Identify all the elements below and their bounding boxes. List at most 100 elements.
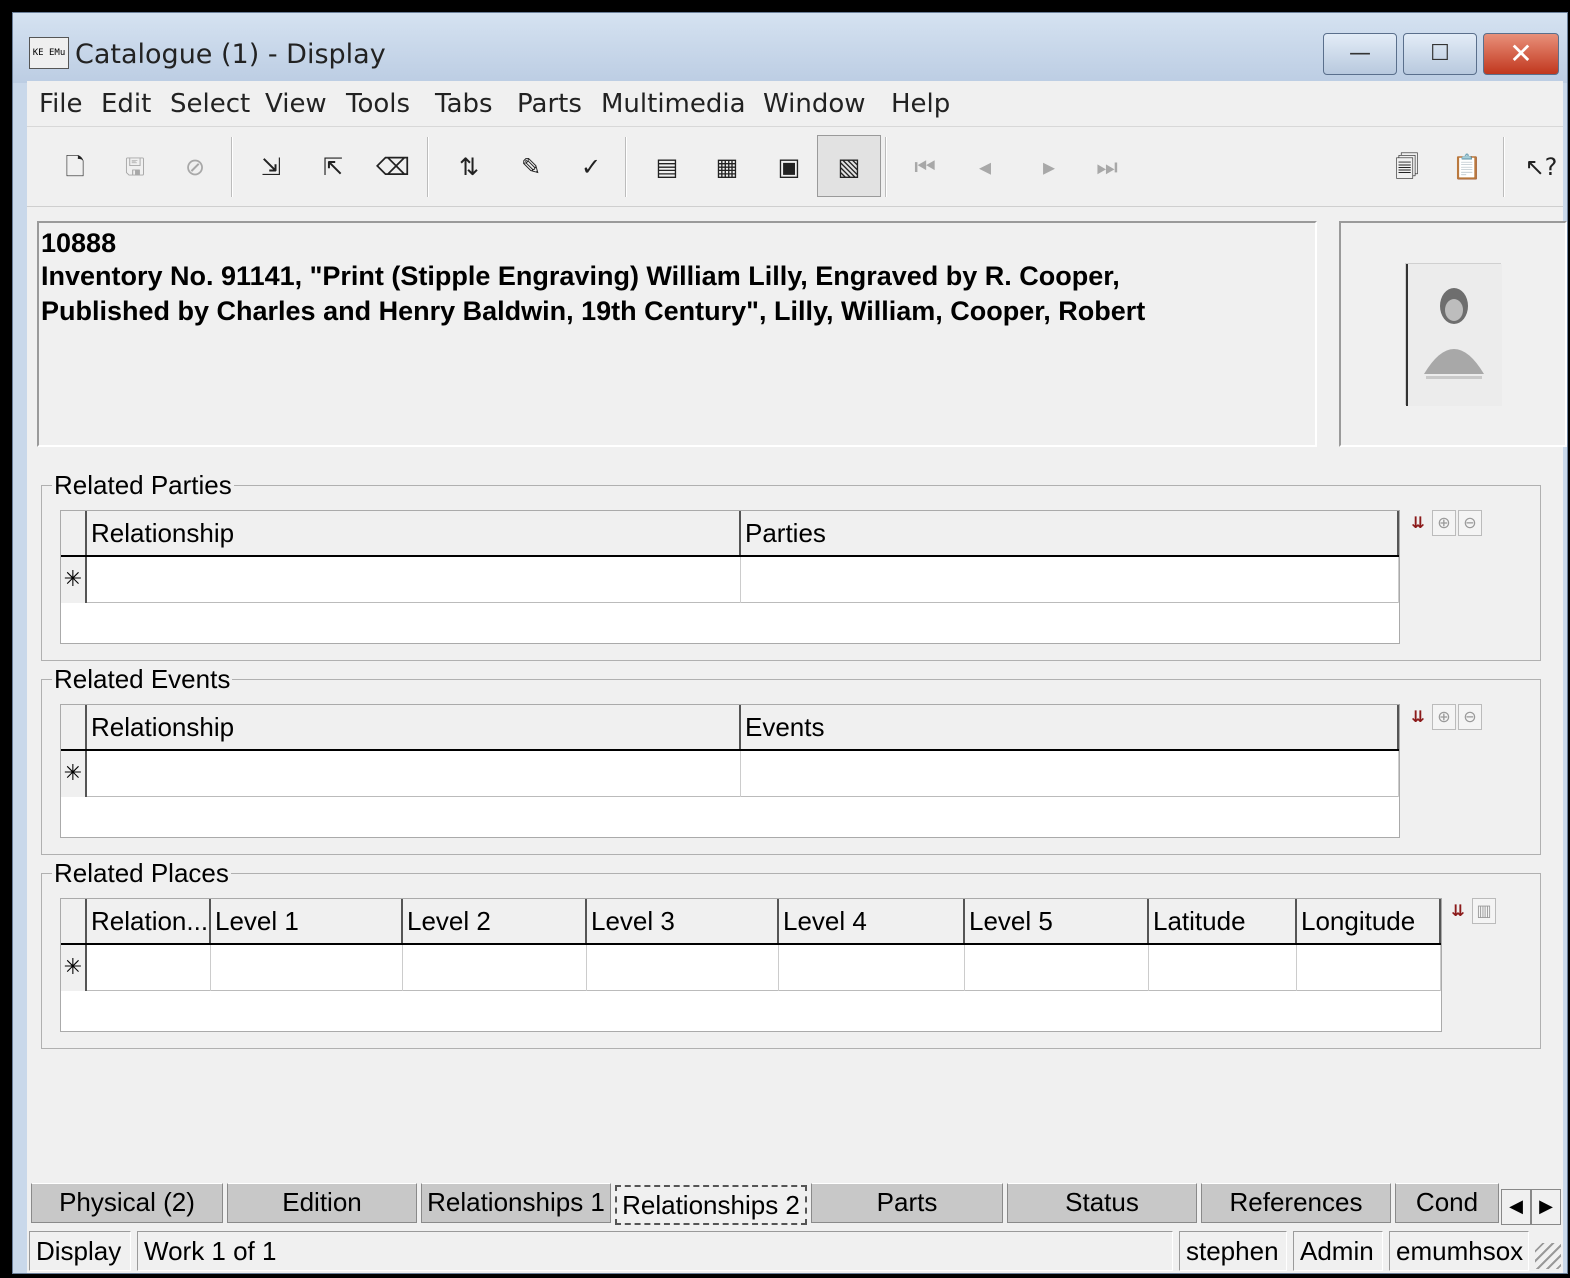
status-record-position: Work 1 of 1 xyxy=(137,1231,1173,1271)
page-view-icon[interactable]: ▣ xyxy=(771,149,807,185)
portrait-thumbnail[interactable] xyxy=(1405,263,1502,406)
related-places-grid[interactable]: Relation... Level 1 Level 2 Level 3 Leve… xyxy=(60,898,1442,1032)
next-record-icon[interactable]: ▸ xyxy=(1031,149,1067,185)
window-title: Catalogue (1) - Display xyxy=(75,39,386,70)
export-icon[interactable]: ⇱ xyxy=(315,149,351,185)
relation-cell[interactable] xyxy=(87,945,211,991)
menu-parts[interactable]: Parts xyxy=(517,89,582,119)
tab-scroll-left-icon[interactable]: ◀ xyxy=(1501,1189,1531,1225)
details-view-icon[interactable]: ▤ xyxy=(649,149,685,185)
insert-row-icon[interactable]: ⊕ xyxy=(1432,704,1456,730)
help-cursor-icon[interactable]: ↖? xyxy=(1523,149,1559,185)
copy-record-icon[interactable]: 🗐 xyxy=(1389,149,1425,185)
delete-icon[interactable]: ⌫ xyxy=(375,149,411,185)
column-header-relationship[interactable]: Relationship xyxy=(87,705,741,749)
column-header-level-5[interactable]: Level 5 xyxy=(965,899,1149,943)
new-record-icon[interactable]: 🗋 xyxy=(57,149,93,185)
record-irn: 10888 xyxy=(41,228,117,258)
toolbar-separator xyxy=(427,137,429,197)
tab-physical[interactable]: Physical (2) xyxy=(31,1183,223,1223)
column-header-latitude[interactable]: Latitude xyxy=(1149,899,1297,943)
new-row[interactable]: ✳ xyxy=(61,751,1399,797)
sort-icon[interactable]: ⇅ xyxy=(451,149,487,185)
level-5-cell[interactable] xyxy=(965,945,1149,991)
relationship-cell[interactable] xyxy=(87,557,741,603)
column-header-level-2[interactable]: Level 2 xyxy=(403,899,587,943)
latitude-cell[interactable] xyxy=(1149,945,1297,991)
list-view-icon[interactable]: ▦ xyxy=(709,149,745,185)
column-header-level-1[interactable]: Level 1 xyxy=(211,899,403,943)
previous-record-icon[interactable]: ◂ xyxy=(967,149,1003,185)
column-header-level-4[interactable]: Level 4 xyxy=(779,899,965,943)
menu-window[interactable]: Window xyxy=(763,89,866,119)
first-record-icon[interactable]: ⏮ xyxy=(907,149,943,185)
relationship-cell[interactable] xyxy=(87,751,741,797)
level-2-cell[interactable] xyxy=(403,945,587,991)
map-icon[interactable]: ▥ xyxy=(1472,898,1496,924)
minimize-button[interactable]: — xyxy=(1323,33,1397,75)
save-icon[interactable]: 🖫 xyxy=(117,149,153,185)
menu-help[interactable]: Help xyxy=(891,89,950,119)
spellcheck-icon[interactable]: ✓ xyxy=(573,149,609,185)
record-summary: 10888 Inventory No. 91141, "Print (Stipp… xyxy=(37,221,1317,447)
remove-row-icon[interactable]: ⊖ xyxy=(1458,704,1482,730)
menu-bar: File Edit Select View Tools Tabs Parts M… xyxy=(27,81,1563,127)
attach-icon[interactable]: ⇊ xyxy=(1446,898,1470,924)
level-1-cell[interactable] xyxy=(211,945,403,991)
row-selector-header[interactable] xyxy=(61,899,87,943)
level-3-cell[interactable] xyxy=(587,945,779,991)
tab-relationships-1[interactable]: Relationships 1 xyxy=(421,1183,611,1223)
tab-conditions[interactable]: Cond xyxy=(1395,1183,1499,1223)
title-bar[interactable]: KE EMu Catalogue (1) - Display — ☐ ✕ xyxy=(13,13,1567,83)
paste-record-icon[interactable]: 📋 xyxy=(1449,149,1485,185)
column-header-relation[interactable]: Relation... xyxy=(87,899,211,943)
tab-edition[interactable]: Edition xyxy=(227,1183,417,1223)
menu-edit[interactable]: Edit xyxy=(101,89,151,119)
remove-row-icon[interactable]: ⊖ xyxy=(1458,510,1482,536)
toolbar: 🗋 🖫 ⊘ ⇲ ⇱ ⌫ ⇅ ✎ ✓ ▤ ▦ ▣ ▧ ⏮ ◂ ▸ ⏭ 🗐 📋 ↖? xyxy=(27,127,1563,207)
related-events-grid[interactable]: Relationship Events ✳ xyxy=(60,704,1400,838)
last-record-icon[interactable]: ⏭ xyxy=(1089,149,1125,185)
edit-icon[interactable]: ✎ xyxy=(513,149,549,185)
new-row[interactable]: ✳ xyxy=(61,557,1399,603)
new-row-marker: ✳ xyxy=(61,751,87,797)
row-selector-header[interactable] xyxy=(61,511,87,555)
related-parties-grid[interactable]: Relationship Parties ✳ xyxy=(60,510,1400,644)
display-view-icon[interactable]: ▧ xyxy=(817,135,881,197)
column-header-level-3[interactable]: Level 3 xyxy=(587,899,779,943)
tab-relationships-2[interactable]: Relationships 2 xyxy=(615,1185,807,1225)
close-button[interactable]: ✕ xyxy=(1483,33,1559,75)
tab-parts[interactable]: Parts xyxy=(811,1183,1003,1223)
menu-view[interactable]: View xyxy=(265,89,327,119)
toolbar-separator xyxy=(1503,137,1505,197)
menu-tools[interactable]: Tools xyxy=(346,89,410,119)
import-icon[interactable]: ⇲ xyxy=(253,149,289,185)
cancel-icon[interactable]: ⊘ xyxy=(177,149,213,185)
events-cell[interactable] xyxy=(741,751,1399,797)
menu-tabs[interactable]: Tabs xyxy=(435,89,493,119)
column-header-longitude[interactable]: Longitude xyxy=(1297,899,1441,943)
grid-actions: ⇊ ▥ xyxy=(1446,898,1498,926)
column-header-events[interactable]: Events xyxy=(741,705,1399,749)
attach-icon[interactable]: ⇊ xyxy=(1406,704,1430,730)
status-bar: Display Work 1 of 1 stephen Admin emumhs… xyxy=(27,1229,1563,1273)
longitude-cell[interactable] xyxy=(1297,945,1441,991)
menu-multimedia[interactable]: Multimedia xyxy=(601,89,746,119)
menu-file[interactable]: File xyxy=(39,89,83,119)
maximize-button[interactable]: ☐ xyxy=(1403,33,1477,75)
tab-scroll-right-icon[interactable]: ▶ xyxy=(1531,1189,1561,1225)
column-header-relationship[interactable]: Relationship xyxy=(87,511,741,555)
tab-references[interactable]: References xyxy=(1201,1183,1391,1223)
parties-cell[interactable] xyxy=(741,557,1399,603)
menu-select[interactable]: Select xyxy=(170,89,250,119)
grid-header: Relationship Parties xyxy=(61,511,1399,557)
row-selector-header[interactable] xyxy=(61,705,87,749)
level-4-cell[interactable] xyxy=(779,945,965,991)
tab-status[interactable]: Status xyxy=(1007,1183,1197,1223)
resize-grip-icon[interactable] xyxy=(1535,1243,1561,1269)
attach-icon[interactable]: ⇊ xyxy=(1406,510,1430,536)
related-events-group: Related Events Relationship Events ✳ ⇊ ⊕ ⊖ xyxy=(41,664,1541,855)
column-header-parties[interactable]: Parties xyxy=(741,511,1399,555)
insert-row-icon[interactable]: ⊕ xyxy=(1432,510,1456,536)
new-row[interactable]: ✳ xyxy=(61,945,1441,991)
